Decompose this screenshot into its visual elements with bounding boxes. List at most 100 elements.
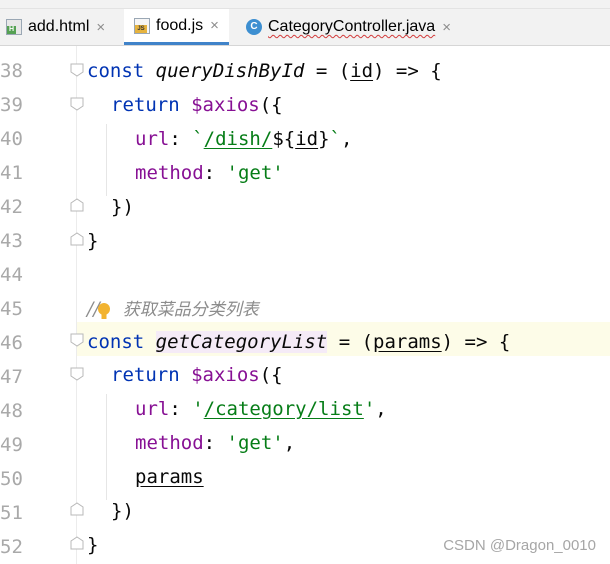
string: ' [363,398,376,420]
tab-category-controller[interactable]: C CategoryController.java × [246,9,451,45]
identifier: $axios [191,94,260,116]
fold-end-icon[interactable] [70,198,84,212]
line-number: 48 [0,400,23,422]
close-icon[interactable]: × [210,17,219,34]
punctuation: : [169,398,193,420]
identifier: id [295,128,319,150]
string-path: /category/list [203,398,364,420]
identifier: $axios [191,364,260,386]
line-number: 51 [0,502,23,524]
operator: = ( [304,60,351,82]
line-number: 40 [0,128,23,150]
punctuation: : [169,128,193,150]
fold-marker-icon[interactable] [70,333,84,347]
parameter: params [373,331,442,353]
operator: ) => { [373,60,442,82]
indent-guide [106,394,107,500]
code-line-38[interactable]: const queryDishById = (id) => { [87,54,442,88]
code-line-45[interactable]: // 获取菜品分类列表 [87,292,259,326]
string: ` [329,128,341,150]
comment: 获取菜品分类列表 [122,300,259,320]
tab-food-js[interactable]: food.js × [124,9,229,45]
html-file-icon [6,19,22,35]
property: url [135,398,170,420]
line-number: 38 [0,60,23,82]
code-line-51[interactable]: }) [111,494,134,528]
fold-end-icon[interactable] [70,502,84,516]
punctuation: } [87,230,99,252]
function-name: queryDishById [155,60,305,82]
parameter: id [350,60,374,82]
line-number: 42 [0,196,23,218]
keyword: return [111,94,180,116]
code-line-42[interactable]: }) [111,190,134,224]
property: url [135,128,170,150]
operator: ) => { [441,331,511,353]
code-line-50[interactable]: params [135,460,204,494]
string: 'get' [226,432,284,454]
template-interpolation: } [318,128,330,150]
js-file-icon [134,17,150,34]
code-line-40[interactable]: url: `/dish/${id}`, [135,122,352,156]
code-line-41[interactable]: method: 'get' [135,156,284,190]
indent-guide [106,124,107,196]
punctuation: : [203,432,227,454]
line-number: 46 [0,332,23,354]
property: method [135,432,204,454]
line-number: 44 [0,264,23,286]
close-icon[interactable]: × [96,19,105,36]
keyword: return [111,364,180,386]
string: ' [192,398,204,420]
editor-tab-bar: add.html × food.js × C CategoryControlle… [0,9,610,46]
fold-marker-icon[interactable] [70,367,84,381]
tab-label: CategoryController.java [268,18,436,35]
code-line-43[interactable]: } [87,224,98,258]
property: method [135,162,204,184]
tab-label: add.html [28,18,90,35]
punctuation: }) [111,196,134,218]
code-line-39[interactable]: return $axios({ [111,88,283,122]
tab-label: food.js [156,16,204,34]
punctuation: : [203,162,227,184]
fold-marker-icon[interactable] [70,63,84,77]
line-number: 41 [0,162,23,184]
punctuation: , [375,398,387,420]
fold-marker-icon[interactable] [70,97,84,111]
fold-end-icon[interactable] [70,232,84,246]
code-line-47[interactable]: return $axios({ [111,358,283,392]
lightbulb-icon[interactable] [97,296,111,322]
punctuation: }) [111,500,134,522]
java-class-icon: C [246,19,262,35]
code-line-48[interactable]: url: '/category/list', [135,392,387,426]
tab-add-html[interactable]: add.html × [6,9,105,45]
punctuation: , [341,128,353,150]
punctuation: , [283,432,296,454]
keyword: const [87,60,145,82]
punctuation: } [87,534,99,556]
close-icon[interactable]: × [442,19,451,36]
line-number-gutter: 38 39 40 41 42 43 44 45 46 47 48 49 50 5… [0,46,77,564]
punctuation: ({ [259,94,283,116]
line-number: 45 [0,298,23,320]
function-name: getCategoryList [155,331,328,353]
line-number: 50 [0,468,23,490]
code-line-46[interactable]: const getCategoryList = (params) => { [87,325,510,359]
string: 'get' [226,162,284,184]
fold-end-icon[interactable] [70,536,84,550]
line-number: 52 [0,536,23,558]
line-number: 47 [0,366,23,388]
line-number: 43 [0,230,23,252]
window-title-strip [0,0,610,9]
watermark: CSDN @Dragon_0010 [443,537,596,554]
keyword: const [87,331,145,353]
identifier: params [135,466,204,488]
punctuation: ({ [259,364,283,386]
line-number: 49 [0,434,23,456]
line-number: 39 [0,94,23,116]
string: ` [192,128,204,150]
code-line-52[interactable]: } [87,528,98,562]
string-path: /dish/ [203,128,273,150]
code-line-49[interactable]: method: 'get', [135,426,295,460]
operator: = ( [327,331,374,353]
template-interpolation: ${ [272,128,296,150]
